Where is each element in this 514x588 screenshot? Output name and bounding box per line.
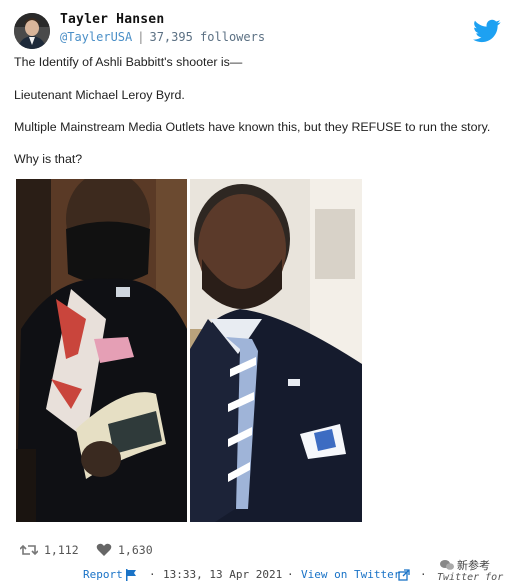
like-stat[interactable]: 1,630 bbox=[96, 543, 153, 557]
external-link-icon[interactable] bbox=[398, 569, 410, 584]
avatar[interactable] bbox=[14, 13, 50, 49]
flag-icon[interactable] bbox=[125, 569, 137, 584]
twitter-bird-icon[interactable] bbox=[472, 17, 502, 45]
tweet-card: Tayler Hansen @TaylerUSA | 37,395 follower… bbox=[0, 0, 514, 588]
retweet-stat[interactable]: 1,112 bbox=[20, 543, 79, 557]
meta-separator: | bbox=[137, 30, 145, 44]
avatar-image bbox=[14, 13, 50, 49]
footer-dot-1: · bbox=[149, 568, 156, 581]
footer-dot-2: · bbox=[287, 568, 294, 581]
footer-dot-3: · bbox=[420, 568, 427, 581]
tweet-line-2: Lieutenant Michael Leroy Byrd. bbox=[14, 88, 185, 102]
photo-right-image bbox=[190, 179, 362, 522]
watermark-sub: Twitter for bbox=[437, 572, 504, 583]
followers-count: 37,395 followers bbox=[149, 30, 266, 44]
retweet-count: 1,112 bbox=[44, 543, 79, 557]
photo-right[interactable] bbox=[190, 179, 362, 522]
author-name[interactable]: Tayler Hansen bbox=[60, 12, 164, 27]
tweet-timestamp[interactable]: 13:33, 13 Apr 2021 bbox=[163, 568, 282, 581]
tweet-line-1: The Identify of Ashli Babbitt's shooter … bbox=[14, 55, 243, 69]
photo-left[interactable] bbox=[16, 179, 187, 522]
report-link[interactable]: Report bbox=[83, 568, 123, 581]
like-count: 1,630 bbox=[118, 543, 153, 557]
tweet-line-3: Multiple Mainstream Media Outlets have k… bbox=[14, 120, 491, 134]
photo-left-image bbox=[16, 179, 187, 522]
retweet-icon bbox=[20, 544, 38, 556]
view-on-twitter-link[interactable]: View on Twitter bbox=[301, 568, 400, 581]
tweet-line-4: Why is that? bbox=[14, 152, 83, 166]
wechat-icon bbox=[440, 560, 454, 570]
author-meta: @TaylerUSA | 37,395 followers bbox=[60, 30, 265, 44]
heart-icon bbox=[96, 543, 112, 556]
watermark-brand: 新参考 bbox=[440, 557, 490, 573]
watermark-text: 新参考 bbox=[457, 560, 490, 572]
author-handle[interactable]: @TaylerUSA bbox=[60, 30, 132, 44]
